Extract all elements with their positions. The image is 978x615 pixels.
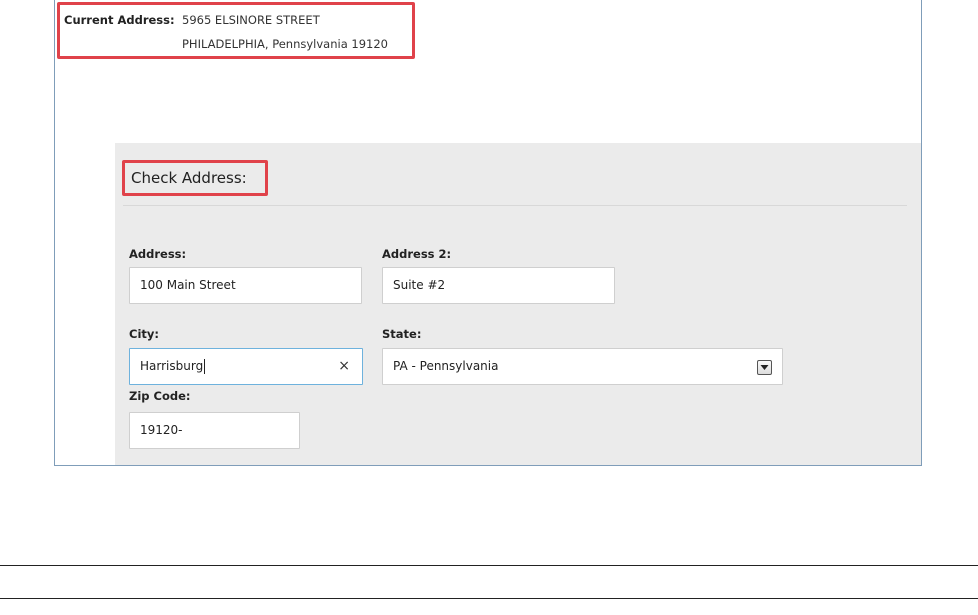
current-address-line2: PHILADELPHIA, Pennsylvania 19120 (182, 37, 388, 51)
city-input-value: Harrisburg (140, 359, 204, 373)
chevron-down-icon[interactable] (757, 360, 772, 375)
city-label: City: (129, 327, 159, 341)
zip-label: Zip Code: (129, 389, 191, 403)
screenshot-frame: Current Address: 5965 ELSINORE STREET PH… (54, 0, 922, 466)
text-caret (204, 359, 206, 374)
state-label: State: (382, 327, 422, 341)
state-select-value: PA - Pennsylvania (393, 359, 499, 373)
address2-input[interactable]: Suite #2 (382, 267, 615, 304)
clear-icon[interactable]: × (338, 349, 350, 384)
state-select[interactable]: PA - Pennsylvania (382, 348, 783, 385)
current-address-highlight: Current Address: 5965 ELSINORE STREET PH… (57, 2, 415, 59)
address2-label: Address 2: (382, 247, 452, 261)
page-rule-bottom (0, 598, 978, 599)
address2-input-value: Suite #2 (393, 278, 446, 292)
check-address-title: Check Address: (131, 169, 247, 187)
page-rule-top (0, 565, 978, 566)
section-divider (123, 205, 907, 206)
address-input[interactable]: 100 Main Street (129, 267, 362, 304)
address-label: Address: (129, 247, 187, 261)
address-input-value: 100 Main Street (140, 278, 236, 292)
city-input[interactable]: Harrisburg × (129, 348, 363, 385)
zip-input-value: 19120- (140, 423, 183, 437)
current-address-label: Current Address: (64, 13, 175, 27)
zip-input[interactable]: 19120- (129, 412, 300, 449)
check-address-panel: Check Address: Address: 100 Main Street … (115, 143, 921, 465)
current-address-line1: 5965 ELSINORE STREET (182, 13, 320, 27)
check-address-highlight: Check Address: (122, 160, 268, 196)
